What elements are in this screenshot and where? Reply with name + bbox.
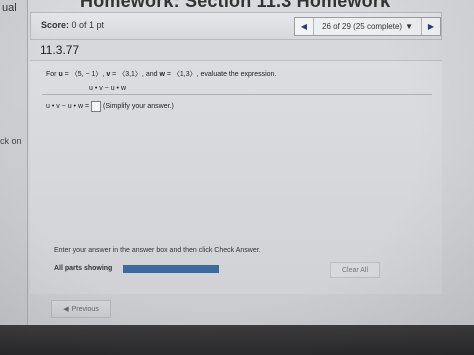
question-progress-text: 26 of 29 (25 complete)	[322, 22, 403, 31]
triangle-left-icon: ◀	[63, 306, 69, 313]
vector-u-value: = 〈5, − 1〉,	[62, 71, 107, 78]
score-title: Score:	[41, 20, 70, 30]
answer-prefix: u • v − u • w =	[46, 103, 90, 110]
expression: u • v − u • w	[89, 85, 126, 92]
left-rail: ual ck on	[0, 0, 28, 325]
parts-progress-fill	[123, 265, 219, 273]
clear-all-button[interactable]: Clear All	[330, 262, 380, 278]
previous-question-button[interactable]: ◀	[295, 18, 314, 35]
answer-input[interactable]	[91, 101, 102, 112]
caret-down-icon: ▼	[405, 22, 413, 31]
score-value: 0 of 1 pt	[71, 20, 105, 30]
next-question-button[interactable]: ▶	[421, 18, 440, 35]
vector-w-value: = 〈1,3〉, evaluate the expression.	[164, 71, 277, 78]
monitor-bezel	[0, 325, 474, 355]
answer-instructions: Enter your answer in the answer box and …	[54, 247, 261, 254]
screen: Homework: Section 11.3 Homework ual ck o…	[0, 0, 474, 355]
left-rail-link-text[interactable]: ck on	[0, 136, 22, 146]
answer-row: u • v − u • w = (Simplify your answer.)	[46, 101, 174, 112]
answer-footer: Enter your answer in the answer box and …	[30, 240, 442, 285]
chevron-right-icon: ▶	[427, 22, 435, 31]
problem-prompt: For u = 〈5, − 1〉, v = 〈3,1〉, and w = 〈1,…	[46, 69, 276, 79]
all-parts-showing-label: All parts showing	[54, 265, 113, 272]
vector-v-value: = 〈3,1〉, and	[110, 71, 160, 78]
assignment-title: Homework: Section 11.3 Homework	[80, 0, 391, 11]
score-label: Score: 0 of 1 pt	[41, 20, 104, 30]
chevron-left-icon: ◀	[300, 22, 308, 31]
question-navigator: ◀ 26 of 29 (25 complete) ▼ ▶	[294, 17, 441, 36]
prompt-prefix: For	[46, 71, 59, 78]
parts-progress-bar	[123, 265, 219, 273]
question-select-dropdown[interactable]: 26 of 29 (25 complete) ▼	[314, 18, 421, 35]
left-rail-text: ual	[2, 2, 17, 14]
score-bar: Score: 0 of 1 pt ◀ 26 of 29 (25 complete…	[30, 12, 442, 40]
previous-button-label: Previous	[71, 305, 99, 313]
problem-id: 11.3.77	[40, 43, 80, 57]
previous-button[interactable]: ◀ Previous	[51, 300, 111, 318]
answer-hint: (Simplify your answer.)	[103, 103, 174, 110]
section-divider	[42, 94, 432, 95]
